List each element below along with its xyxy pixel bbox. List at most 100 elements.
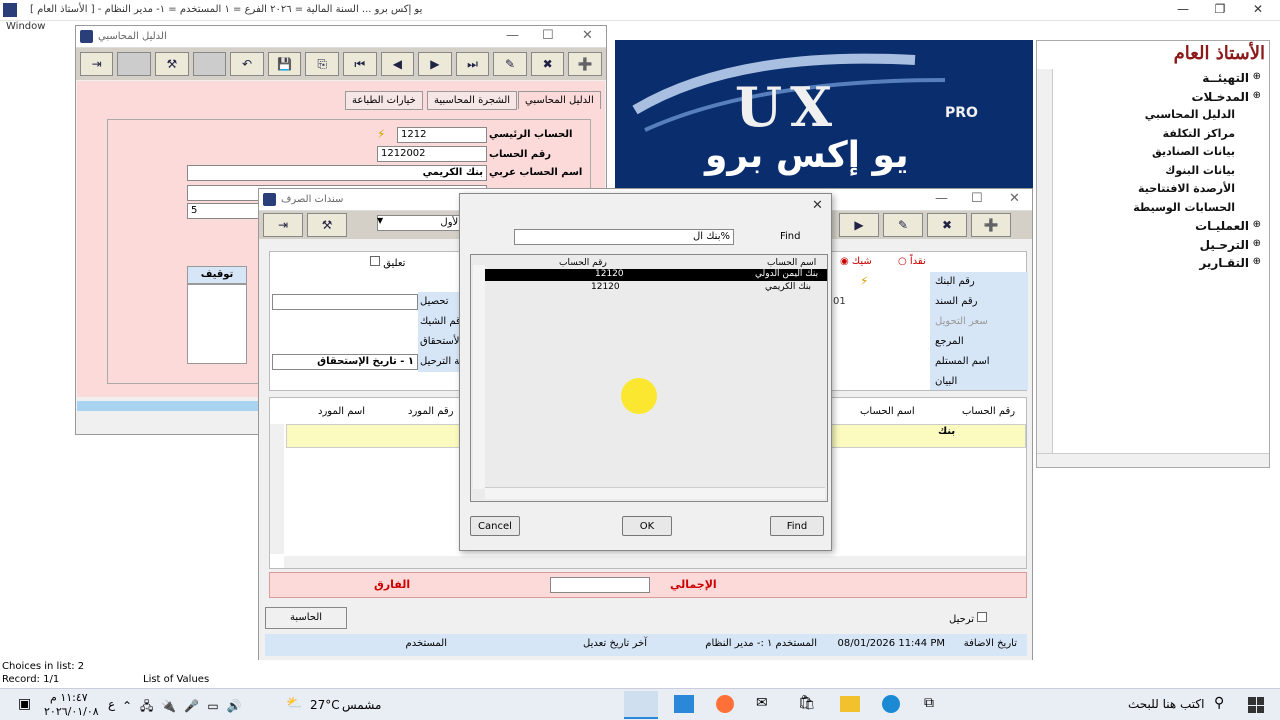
tree-item[interactable]: الأرصدة الافتتاحية (1138, 182, 1235, 195)
exit-button[interactable]: ⇥ (79, 52, 114, 76)
grid-hscroll[interactable] (284, 556, 1026, 568)
dialog-close-icon[interactable]: ✕ (812, 198, 823, 213)
list-vscroll[interactable] (473, 265, 485, 489)
temperature[interactable]: 27°C (310, 698, 340, 712)
doc-number-value[interactable]: 01 (833, 296, 846, 307)
copy-button[interactable]: ⎘ (305, 52, 339, 76)
last-button[interactable]: ⏭ (455, 52, 490, 76)
expand-icon[interactable]: ⊕ (1253, 71, 1261, 82)
expand-icon[interactable]: ⊕ (1253, 219, 1261, 230)
ok-button[interactable]: OK (622, 516, 672, 536)
mail-icon[interactable]: ✉ (756, 695, 768, 711)
lightning-icon[interactable]: ⚡ (377, 127, 385, 141)
tab-accounts[interactable]: الدليل المحاسبي (518, 91, 601, 109)
task-view-icon[interactable]: ⧉ (924, 695, 934, 711)
edge-icon[interactable] (882, 695, 900, 713)
maximize-icon[interactable]: ☐ (542, 28, 554, 43)
expand-icon[interactable]: ⊕ (1253, 90, 1261, 101)
cursor-highlight (621, 378, 657, 414)
first-button[interactable]: ⏮ (342, 52, 377, 76)
period-select[interactable]: الأول (377, 215, 465, 231)
firefox-icon[interactable] (716, 695, 734, 713)
clock-time[interactable]: ١١:٤٧ م (50, 691, 88, 704)
weather-label[interactable]: مشمس (342, 698, 381, 712)
uxpro-task-icon[interactable] (624, 691, 658, 719)
tree-item[interactable]: مراكز التكلفة (1163, 127, 1235, 140)
cash-radio[interactable]: ○ نقداً (898, 256, 926, 267)
bank-lightning-icon[interactable]: ⚡ (860, 274, 868, 288)
store-icon[interactable]: 🛍 (798, 695, 816, 711)
main-account-input[interactable]: 1212 (397, 127, 487, 143)
minimize-icon[interactable]: — (506, 28, 519, 43)
dialog-find-label: Find (780, 231, 801, 242)
clock-date[interactable]: ٢٠٢٦/٠١/٠٨ (44, 705, 99, 718)
account-name-input[interactable]: بنك الكريمي (187, 165, 487, 181)
check-radio[interactable]: ◉ شيك (840, 256, 872, 267)
edit-button[interactable]: ✎ (493, 52, 527, 76)
delete-button[interactable]: ✖ (530, 52, 565, 76)
minimize-icon[interactable]: — (1168, 2, 1198, 16)
taskbar-search[interactable]: اكتب هنا للبحث (1128, 697, 1204, 711)
undo-button[interactable]: ↶ (230, 52, 264, 76)
dropdown-arrow-icon[interactable]: ▼ (377, 216, 383, 225)
edit-button[interactable]: ✎ (883, 213, 923, 237)
next-button[interactable]: ▶ (418, 52, 452, 76)
tree-item[interactable]: بيانات البنوك (1165, 164, 1235, 177)
next-button[interactable]: ▶ (839, 213, 879, 237)
blank-button[interactable] (117, 52, 152, 76)
menu-window[interactable]: Window (6, 21, 45, 32)
close-icon[interactable]: ✕ (1009, 191, 1020, 206)
taskbar-search-icon[interactable]: ⚲ (1214, 695, 1224, 711)
tree-item[interactable]: التهيئــة (1202, 71, 1249, 85)
account-number-input[interactable]: 1212002 (377, 146, 487, 162)
account-extra-input[interactable]: 5 (187, 203, 267, 219)
tools-button[interactable]: ⚒ (155, 52, 189, 76)
cancel-button[interactable]: Cancel (470, 516, 520, 536)
tree-vscroll[interactable] (1037, 69, 1053, 454)
tools-button[interactable]: ⚒ (307, 213, 347, 237)
collection-select[interactable] (272, 294, 418, 310)
weather-icon[interactable]: ⛅ (286, 696, 302, 711)
exit-button[interactable]: ⇥ (263, 213, 303, 237)
grid-vscroll[interactable] (270, 424, 284, 554)
minimize-icon[interactable]: — (935, 191, 948, 206)
tree-item[interactable]: التقـارير (1199, 256, 1249, 270)
dialog-search-input[interactable]: بنك ال% (514, 229, 734, 245)
find-button[interactable]: Find (770, 516, 824, 536)
tree-item[interactable]: بيانات الصناديق (1152, 145, 1235, 158)
tree-item[interactable]: المدخـلات (1191, 90, 1249, 104)
posting-option[interactable]: ترحيل (949, 612, 988, 625)
list-hscroll[interactable] (485, 487, 825, 499)
expand-icon[interactable]: ⊕ (1253, 256, 1261, 267)
calculator-button[interactable]: الحاسبة (265, 607, 347, 629)
tab-print[interactable]: خيارات الطباعة (345, 91, 423, 110)
tray-icons[interactable]: ⌃🖧🔌🎤▭🔊 (122, 697, 250, 718)
expand-icon[interactable]: ⊕ (1253, 238, 1261, 249)
tree-hscroll[interactable] (1037, 453, 1269, 467)
add-button[interactable]: ➕ (971, 213, 1011, 237)
prev-button[interactable]: ◀ (380, 52, 415, 76)
tree-item[interactable]: الدليل المحاسبي (1145, 108, 1235, 121)
close-icon[interactable]: ✕ (582, 28, 593, 43)
explorer-icon[interactable] (840, 696, 860, 712)
restore-icon[interactable]: ❐ (1205, 2, 1235, 16)
delete-button[interactable]: ✖ (927, 213, 967, 237)
posting-method-select[interactable]: ١ - تاريخ الإستحقاق (272, 354, 418, 370)
tree-item[interactable]: الحسابات الوسيطة (1133, 201, 1235, 214)
save-button[interactable]: 💾 (267, 52, 302, 76)
list-row[interactable]: بنك الكريمي 12120 (485, 282, 827, 294)
tree-item[interactable]: العمليـات (1195, 219, 1249, 233)
notification-icon[interactable]: ▣ (18, 696, 31, 712)
add-button[interactable]: ➕ (568, 52, 602, 76)
grid-cell-bank[interactable]: بنك (938, 426, 955, 437)
start-icon[interactable] (1248, 697, 1264, 713)
input-language[interactable]: ع (108, 697, 115, 711)
tree-item[interactable]: الترحـيل (1200, 238, 1249, 252)
list-row-selected[interactable]: بنك اليمن الدولي 12120 (485, 269, 827, 281)
app-icon[interactable] (674, 695, 694, 713)
maximize-icon[interactable]: ☐ (971, 191, 983, 206)
close-icon[interactable]: ✕ (1243, 2, 1273, 16)
blank-button[interactable] (192, 52, 227, 76)
hang-option[interactable]: تعليق (370, 256, 405, 269)
tab-tree[interactable]: الشجرة المحاسبية (427, 91, 518, 110)
